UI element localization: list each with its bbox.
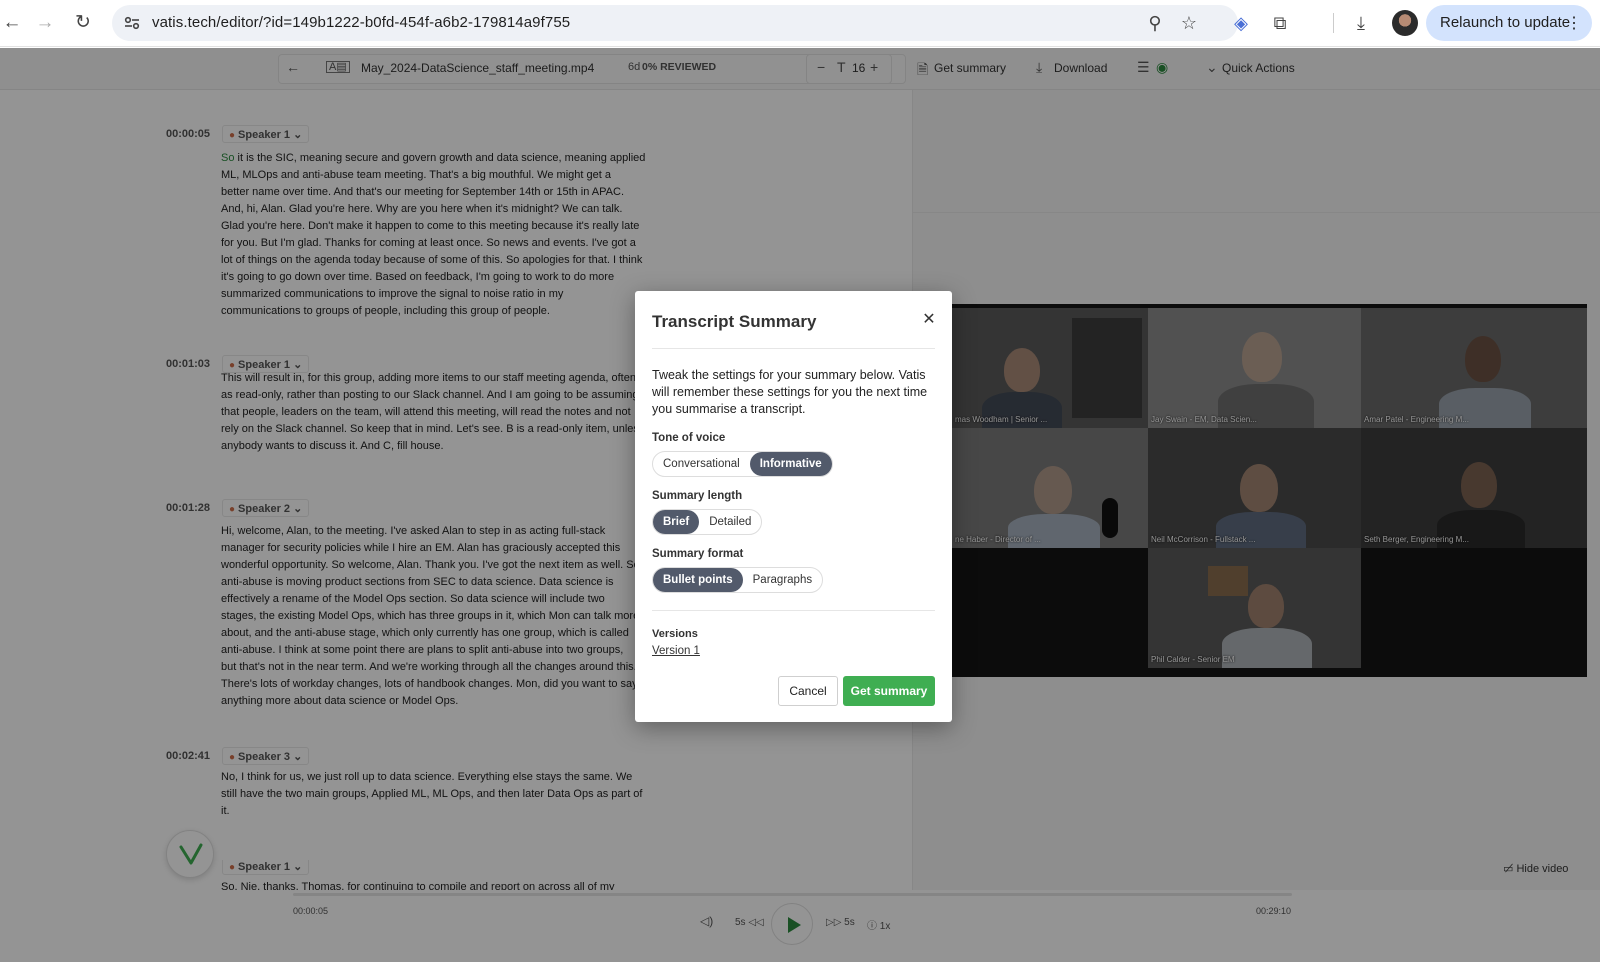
more-menu-icon[interactable]: ⋮ (1566, 13, 1582, 33)
format-option-paragraphs[interactable]: Paragraphs (743, 568, 822, 592)
address-bar[interactable]: vatis.tech/editor/?id=149b1222-b0fd-454f… (112, 5, 1238, 41)
divider (652, 348, 935, 349)
format-label: Summary format (652, 548, 744, 560)
site-settings-icon[interactable] (122, 13, 142, 33)
tone-label: Tone of voice (652, 432, 726, 444)
cancel-button[interactable]: Cancel (778, 676, 838, 706)
forward-arrow-icon[interactable]: → (33, 11, 57, 35)
bookmark-star-icon[interactable]: ☆ (1178, 12, 1200, 34)
format-selector: Bullet points Paragraphs (652, 567, 824, 593)
dialog-title: Transcript Summary (652, 312, 817, 331)
toolbar-divider (1333, 13, 1334, 33)
profile-avatar[interactable] (1392, 10, 1418, 36)
reload-icon[interactable]: ↻ (71, 11, 95, 35)
zoom-icon[interactable]: ⚲ (1144, 12, 1166, 34)
format-option-bullets[interactable]: Bullet points (653, 568, 743, 592)
dialog-description: Tweak the settings for your summary belo… (652, 368, 928, 416)
get-summary-button[interactable]: Get summary (843, 676, 935, 706)
divider (652, 610, 935, 611)
download-icon[interactable]: ⤓ (1349, 11, 1373, 35)
extensions-puzzle-icon[interactable]: ⧉ (1268, 11, 1292, 35)
relaunch-label: Relaunch to update (1440, 14, 1571, 31)
extension-tag-icon[interactable]: ◈ (1229, 11, 1253, 35)
tone-option-conversational[interactable]: Conversational (653, 452, 750, 476)
url-text[interactable]: vatis.tech/editor/?id=149b1222-b0fd-454f… (152, 14, 570, 31)
version-link[interactable]: Version 1 (652, 645, 700, 657)
length-label: Summary length (652, 490, 743, 502)
transcript-summary-dialog: Transcript Summary ✕ Tweak the settings … (635, 291, 952, 722)
tone-selector: Conversational Informative (652, 451, 833, 477)
back-arrow-icon[interactable]: ← (0, 11, 24, 35)
relaunch-button[interactable]: Relaunch to update ⋮ (1426, 5, 1592, 41)
tone-option-informative[interactable]: Informative (749, 452, 832, 476)
close-icon[interactable]: ✕ (920, 311, 938, 329)
length-option-brief[interactable]: Brief (653, 510, 700, 534)
length-option-detailed[interactable]: Detailed (699, 510, 761, 534)
versions-label: Versions (652, 628, 698, 640)
browser-toolbar: ← → ↻ vatis.tech/editor/?id=149b1222-b0f… (0, 0, 1600, 47)
length-selector: Brief Detailed (652, 509, 763, 535)
